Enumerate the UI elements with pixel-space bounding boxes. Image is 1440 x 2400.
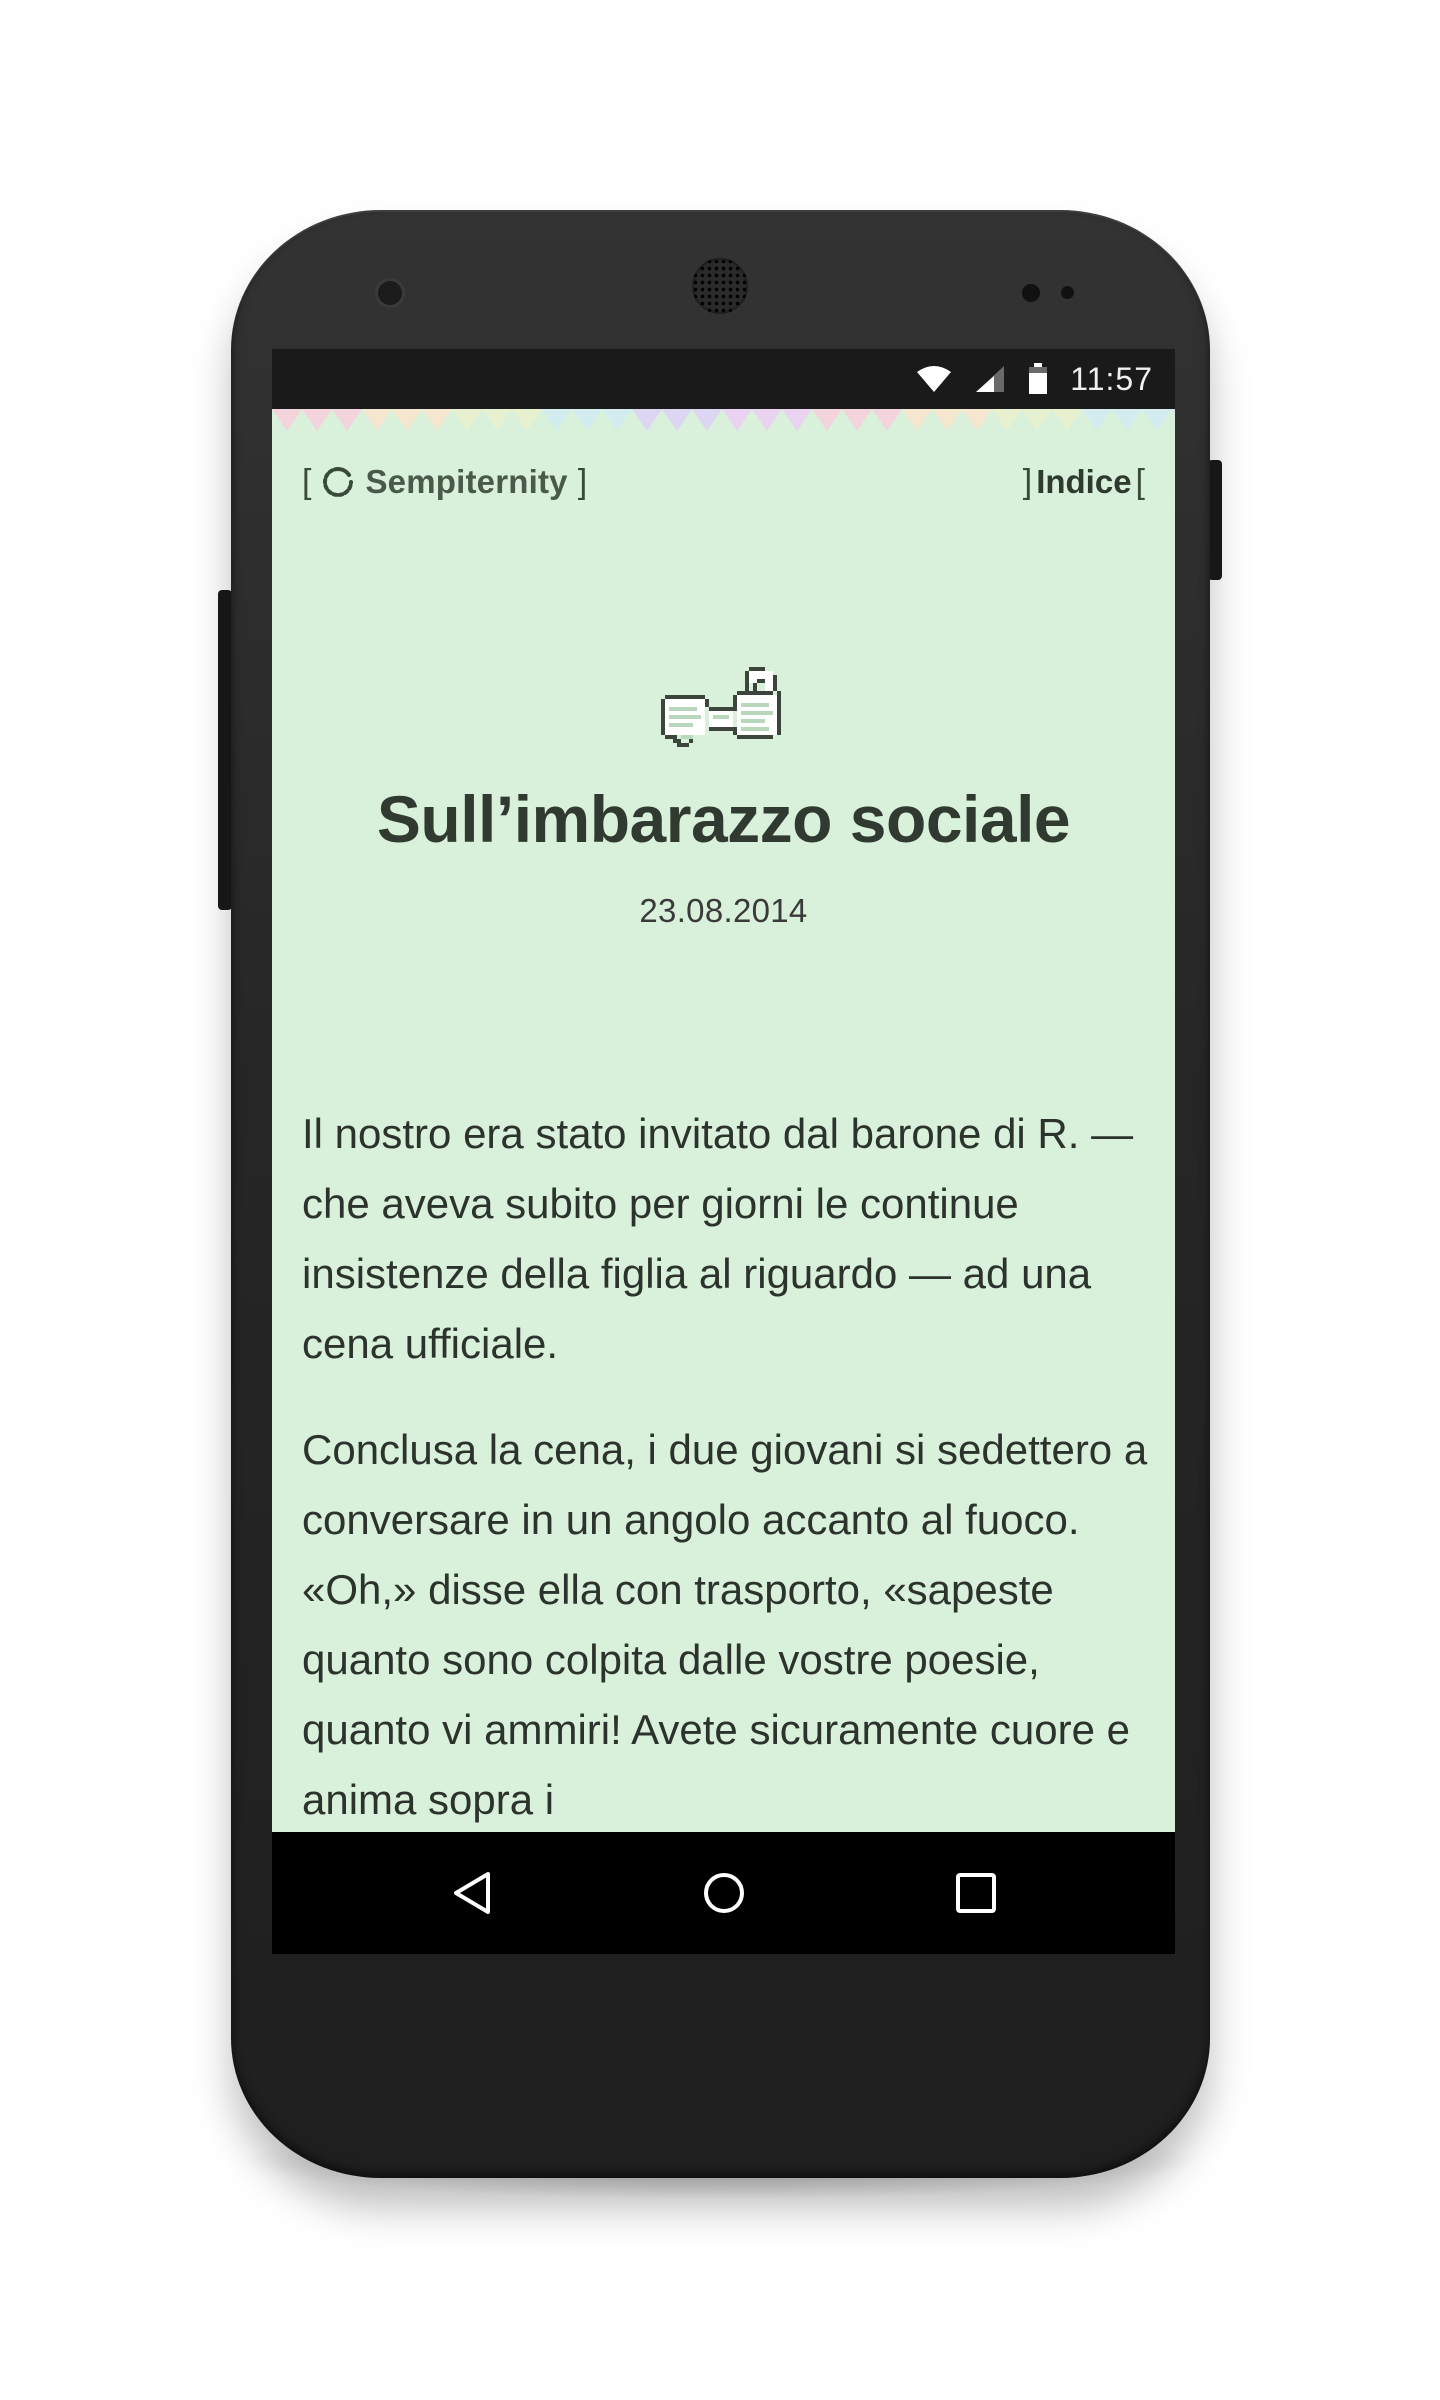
volume-button (218, 590, 232, 910)
brand-close-bracket: ] (577, 462, 588, 501)
bunting-flag (992, 409, 1022, 431)
article-date: 23.08.2014 (639, 892, 808, 929)
bunting-flag (302, 409, 332, 431)
index-link[interactable]: ] Indice [ (1023, 463, 1145, 502)
bunting-flag (872, 409, 902, 431)
page-header: [ Sempiternity ] ] Indice [ (302, 457, 1145, 507)
bunting-flag (482, 409, 512, 431)
index-close-bracket: [ (1135, 462, 1145, 501)
device-scene: 11:57 [ Sempiternity ] ] Indice [Sull’i… (0, 0, 1440, 2400)
bunting-flag (722, 409, 752, 431)
bunting-flag (602, 409, 632, 431)
bunting-flag (962, 409, 992, 431)
bunting-flag (1142, 409, 1172, 431)
status-icons: 11:57 (916, 349, 1153, 409)
bunting-flag (932, 409, 962, 431)
bunting-flag (1052, 409, 1082, 431)
phone-screen: 11:57 [ Sempiternity ] ] Indice [Sull’i… (272, 349, 1175, 1954)
bunting-flag (662, 409, 692, 431)
bunting-flag (782, 409, 812, 431)
bunting-flag (332, 409, 362, 431)
bunting-flag (1022, 409, 1052, 431)
bunting-flag (422, 409, 452, 431)
article-body: Il nostro era stato invitato dal barone … (302, 1099, 1152, 1832)
bunting-flag (452, 409, 482, 431)
bunting-flag (902, 409, 932, 431)
back-icon (454, 1872, 490, 1914)
navigation-bar (272, 1832, 1175, 1954)
bunting-flag (542, 409, 572, 431)
bunting-flag (842, 409, 872, 431)
index-label: Indice (1036, 463, 1132, 500)
light-sensor (1061, 286, 1074, 299)
home-icon (704, 1873, 744, 1913)
cellular-signal-icon (976, 366, 1005, 392)
status-bar: 11:57 (272, 349, 1175, 409)
bunting-flag (572, 409, 602, 431)
bunting-flag (692, 409, 722, 431)
recent-apps-button[interactable] (906, 1832, 1046, 1954)
bunting-flag (362, 409, 392, 431)
index-open-bracket: ] (1022, 462, 1033, 501)
battery-icon (1029, 363, 1048, 394)
bunting-flag (512, 409, 542, 431)
proximity-sensor (1022, 284, 1040, 302)
power-button (1208, 460, 1222, 580)
bunting-flag (1112, 409, 1142, 431)
blog-page: [ Sempiternity ] ] Indice [Sull’imbaraz… (272, 409, 1175, 1832)
brand-label: Sempiternity (365, 463, 568, 500)
back-button[interactable] (402, 1832, 542, 1954)
bunting-flag (272, 409, 302, 431)
status-time: 11:57 (1070, 360, 1153, 397)
brand-link[interactable]: [ Sempiternity ] (302, 463, 587, 502)
scroll-icon (661, 667, 781, 747)
bunting-flag (1082, 409, 1112, 431)
article-paragraph: Conclusa la cena, i due giovani si sedet… (302, 1426, 1148, 1823)
bunting-flag (752, 409, 782, 431)
bunting-flag (812, 409, 842, 431)
bunting-flag (1172, 409, 1175, 414)
brand-open-bracket: [ (302, 462, 312, 501)
earpiece-speaker (692, 258, 748, 314)
bunting-flag (392, 409, 422, 431)
article-paragraph: Il nostro era stato invitato dal barone … (302, 1110, 1134, 1367)
article-title: Sull’imbarazzo sociale (376, 782, 1071, 856)
front-camera (375, 278, 405, 308)
bunting-decoration (272, 409, 1175, 431)
spinner-icon (323, 466, 354, 497)
recent-apps-icon (956, 1873, 996, 1913)
wifi-icon (917, 366, 952, 392)
bunting-flag (632, 409, 662, 431)
home-button[interactable] (654, 1832, 794, 1954)
